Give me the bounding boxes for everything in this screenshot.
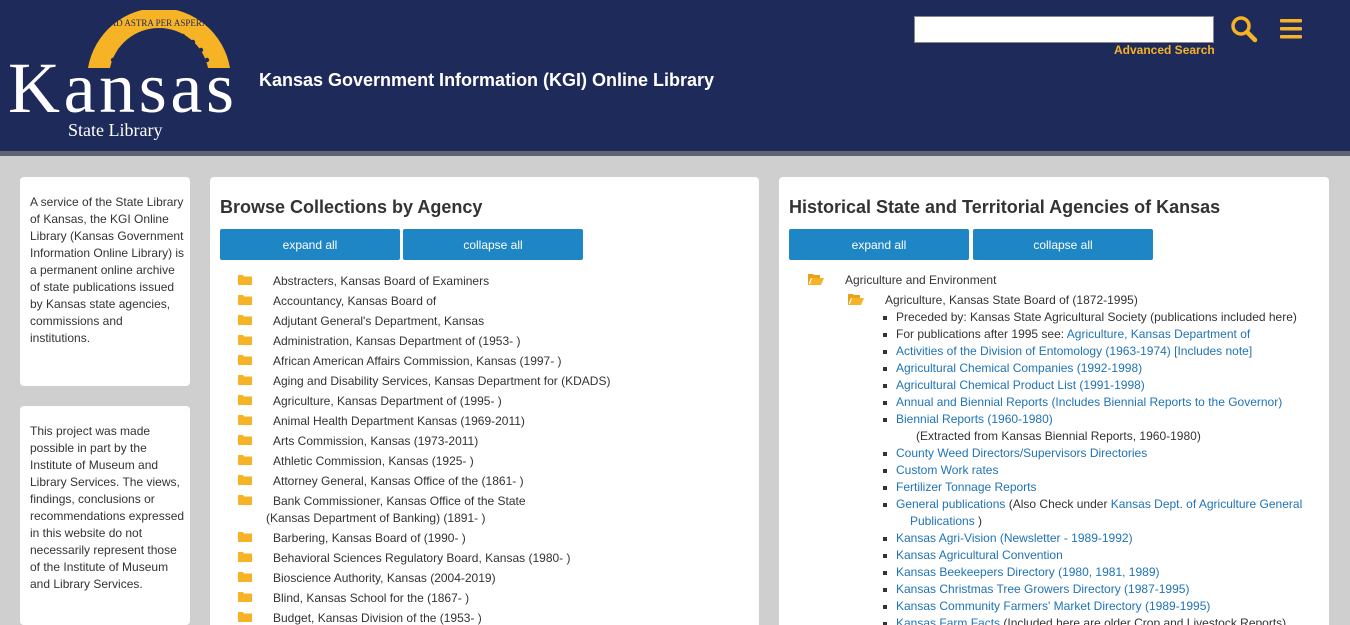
list-item: Agricultural Chemical Companies (1992-19… <box>882 360 1142 377</box>
funding-card: This project was made possible in part b… <box>20 406 190 625</box>
list-item: Kansas Community Farmers' Market Directo… <box>882 598 1210 615</box>
agency-label: African American Affairs Commission, Kan… <box>273 354 562 368</box>
agency-label: Blind, Kansas School for the (1867- ) <box>273 591 470 605</box>
search-icon[interactable] <box>1229 14 1259 44</box>
list-item: Kansas Beekeepers Directory (1980, 1981,… <box>883 564 1160 581</box>
list-item: Kansas Agri-Vision (Newsletter - 1989-19… <box>883 530 1133 547</box>
folder-icon <box>238 611 252 625</box>
chemical-companies-link[interactable]: Agricultural Chemical Companies (1992-19… <box>896 361 1142 375</box>
dept-general-publications-link[interactable]: Publications <box>910 514 975 528</box>
logo-subtitle: State Library <box>68 120 162 140</box>
fertilizer-link[interactable]: Fertilizer Tonnage Reports <box>896 480 1037 494</box>
folder-icon <box>238 314 252 331</box>
list-item: County Weed Directors/Supervisors Direct… <box>882 445 1147 462</box>
agri-vision-link[interactable]: Kansas Agri-Vision (Newsletter - 1989-19… <box>896 531 1133 545</box>
logo-wordmark: Kansas <box>8 48 234 128</box>
agency-label: Attorney General, Kansas Office of the (… <box>273 474 524 488</box>
advanced-search-link[interactable]: Advanced Search <box>1114 43 1215 57</box>
beekeepers-link[interactable]: Kansas Beekeepers Directory (1980, 1981,… <box>896 565 1160 579</box>
list-item: Agricultural Chemical Product List (1991… <box>883 377 1145 394</box>
folder-icon <box>238 294 252 311</box>
farm-facts-link[interactable]: Kansas Farm Facts <box>896 616 1000 625</box>
christmas-tree-link[interactable]: Kansas Christmas Tree Growers Directory … <box>896 582 1189 596</box>
list-item: Preceded by: Kansas State Agricultural S… <box>883 310 1297 324</box>
folder-icon <box>238 531 252 548</box>
folder-icon <box>238 394 252 411</box>
list-item: Activities of the Division of Entomology… <box>882 343 1252 360</box>
agency-label: Barbering, Kansas Board of (1990- ) <box>273 531 466 545</box>
agency-label: Animal Health Department Kansas (1969-20… <box>273 414 525 428</box>
list-item: For publications after 1995 see: Agricul… <box>882 327 1251 341</box>
agency-label: Aging and Disability Services, Kansas De… <box>273 374 611 388</box>
agency-label: Administration, Kansas Department of (19… <box>273 334 521 348</box>
list-item: Fertilizer Tonnage Reports <box>883 479 1037 496</box>
annual-reports-link[interactable]: Annual and Biennial Reports (Includes Bi… <box>896 395 1282 409</box>
folder-icon <box>238 494 252 511</box>
browse-collections-panel: Browse Collections by Agency expand all … <box>210 177 759 625</box>
agency-label: Bioscience Authority, Kansas (2004-2019) <box>273 571 496 585</box>
historical-heading: Historical State and Territorial Agencie… <box>789 197 1221 217</box>
general-publications-link[interactable]: General publications <box>896 497 1005 511</box>
folder-icon <box>238 414 252 431</box>
folder-open-icon <box>848 294 864 305</box>
expand-all-button[interactable]: expand all <box>789 229 969 260</box>
biennial-note: (Extracted from Kansas Biennial Reports,… <box>916 429 1201 443</box>
list-item: Kansas Christmas Tree Growers Directory … <box>882 581 1189 598</box>
list-item: Annual and Biennial Reports (Includes Bi… <box>882 394 1282 411</box>
dept-general-publications-link[interactable]: Kansas Dept. of Agriculture General <box>1111 497 1302 511</box>
folder-icon <box>238 374 252 391</box>
folder-icon <box>238 354 252 371</box>
agency-label: Accountancy, Kansas Board of <box>273 294 437 308</box>
entomology-link[interactable]: Activities of the Division of Entomology… <box>896 344 1252 358</box>
agency-label: Arts Commission, Kansas (1973-2011) <box>273 434 479 448</box>
agency-label: Athletic Commission, Kansas (1925- ) <box>273 454 474 468</box>
funding-text: This project was made possible in part b… <box>30 424 185 591</box>
search-input[interactable] <box>914 16 1214 43</box>
subcategory-label: Agriculture, Kansas State Board of (1872… <box>885 293 1138 307</box>
folder-icon <box>238 474 252 491</box>
agency-label: Budget, Kansas Division of the (1953- ) <box>273 611 482 625</box>
folder-icon <box>238 591 252 608</box>
collapse-all-button[interactable]: collapse all <box>973 229 1153 260</box>
agency-label: Agriculture, Kansas Department of (1995-… <box>273 394 502 408</box>
list-item: Custom Work rates <box>882 462 998 479</box>
weed-directors-link[interactable]: County Weed Directors/Supervisors Direct… <box>896 446 1147 460</box>
farmers-market-link[interactable]: Kansas Community Farmers' Market Directo… <box>896 599 1210 613</box>
historical-agencies-panel: Historical State and Territorial Agencie… <box>779 177 1329 625</box>
category-label: Agriculture and Environment <box>845 273 997 287</box>
browse-heading: Browse Collections by Agency <box>220 197 483 217</box>
collapse-all-button[interactable]: collapse all <box>403 229 583 260</box>
about-text: A service of the State Library of Kansas… <box>30 195 185 345</box>
list-item: Kansas Farm Facts (Included here are old… <box>882 615 1286 625</box>
folder-open-icon <box>808 274 824 285</box>
site-header: AD ASTRA PER ASPERA Kansas State Library… <box>0 0 1350 151</box>
custom-work-link[interactable]: Custom Work rates <box>896 463 998 477</box>
header-divider <box>0 151 1350 156</box>
agency-label: Adjutant General's Department, Kansas <box>273 314 485 328</box>
agency-label: Behavioral Sciences Regulatory Board, Ka… <box>273 551 571 565</box>
folder-icon <box>238 454 252 471</box>
agriculture-dept-link[interactable]: Agriculture, Kansas Department of <box>1067 327 1250 341</box>
list-item: Biennial Reports (1960-1980) <box>883 411 1053 428</box>
folder-icon <box>238 551 252 568</box>
kansas-state-library-logo[interactable]: AD ASTRA PER ASPERA Kansas State Library <box>8 10 238 142</box>
about-card: A service of the State Library of Kansas… <box>20 177 190 386</box>
folder-icon <box>238 434 252 451</box>
folder-icon <box>238 571 252 588</box>
site-title[interactable]: Kansas Government Information (KGI) Onli… <box>259 70 714 91</box>
chemical-product-link[interactable]: Agricultural Chemical Product List (1991… <box>896 378 1145 392</box>
biennial-reports-link[interactable]: Biennial Reports (1960-1980) <box>896 412 1053 426</box>
list-item-continued: Publications ) <box>910 514 983 528</box>
logo-motto: AD ASTRA PER ASPERA <box>110 18 209 28</box>
agricultural-convention-link[interactable]: Kansas Agricultural Convention <box>896 548 1063 562</box>
agency-label-continued: (Kansas Department of Banking) (1891- ) <box>266 511 486 525</box>
agency-label: Bank Commissioner, Kansas Office of the … <box>273 494 526 508</box>
expand-all-button[interactable]: expand all <box>220 229 400 260</box>
hamburger-menu-icon[interactable] <box>1276 14 1306 44</box>
folder-icon <box>238 274 252 291</box>
list-item: Kansas Agricultural Convention <box>883 547 1063 564</box>
folder-icon <box>238 334 252 351</box>
list-item: General publications (Also Check under K… <box>882 497 1303 511</box>
agency-label: Abstracters, Kansas Board of Examiners <box>273 274 490 288</box>
